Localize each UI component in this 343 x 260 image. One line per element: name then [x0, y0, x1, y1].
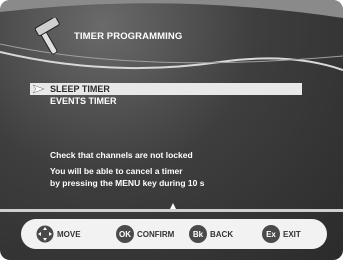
ex-icon: Ex: [262, 225, 280, 243]
hammer-icon: [34, 18, 60, 55]
footer-separator: [0, 209, 343, 212]
confirm-button[interactable]: OK CONFIRM: [116, 225, 174, 243]
menu-item-label: EVENTS TIMER: [50, 96, 117, 106]
back-button[interactable]: Bk BACK: [189, 225, 233, 243]
menu-item-events-timer[interactable]: EVENTS TIMER: [30, 95, 302, 107]
page-title: TIMER PROGRAMMING: [74, 31, 183, 42]
exit-label: EXIT: [283, 229, 301, 239]
selection-arrow-icon: [32, 84, 45, 94]
bk-icon: Bk: [189, 225, 207, 243]
tv-screen: TIMER PROGRAMMING SLEEP TIMER EVENTS TIM…: [0, 0, 343, 260]
menu-item-sleep-timer[interactable]: SLEEP TIMER: [30, 83, 302, 95]
timer-menu: SLEEP TIMER EVENTS TIMER: [30, 83, 302, 107]
menu-item-label: SLEEP TIMER: [50, 84, 110, 94]
move-label: MOVE: [57, 229, 81, 239]
exit-button[interactable]: Ex EXIT: [262, 225, 301, 243]
move-button[interactable]: MOVE: [36, 225, 81, 243]
confirm-label: CONFIRM: [137, 229, 175, 239]
ok-icon: OK: [116, 225, 134, 243]
info-line-2: You will be able to cancel a timer: [50, 166, 183, 176]
back-label: BACK: [210, 229, 234, 239]
scroll-indicator-icon: [170, 203, 176, 209]
info-line-3: by pressing the MENU key during 10 s: [50, 178, 205, 188]
dpad-icon: [36, 225, 54, 243]
info-line-1: Check that channels are not locked: [50, 150, 193, 160]
